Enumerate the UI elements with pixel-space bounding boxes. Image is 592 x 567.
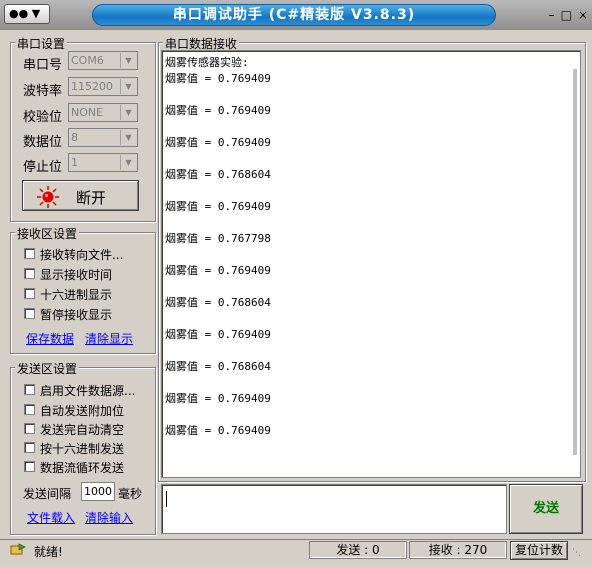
clear-input-link[interactable]: 清除输入 (85, 509, 133, 526)
loop-send-checkbox[interactable] (24, 461, 35, 472)
receive-line: 烟雾值 = 0.769409 (165, 392, 271, 405)
hex-send-label: 按十六进制发送 (40, 442, 125, 456)
save-data-link[interactable]: 保存数据 (26, 330, 74, 347)
receive-line: 烟雾值 = 0.767798 (165, 232, 271, 245)
send-settings-title: 发送区设置 (15, 360, 80, 377)
recv-to-file-label: 接收转向文件... (40, 248, 124, 262)
receive-line: 烟雾值 = 0.769409 (165, 264, 271, 277)
auto-append-label: 自动发送附加位 (40, 404, 125, 418)
receive-textarea[interactable]: 烟雾传感器实验: 烟雾值 = 0.769409 烟雾值 = 0.769409 烟雾值 … (161, 50, 581, 478)
receive-line: 烟雾传感器实验: (165, 56, 249, 69)
port-value: COM6 (71, 54, 104, 67)
auto-clear-checkbox[interactable] (24, 423, 35, 434)
interval-label: 发送间隔 (23, 487, 72, 501)
receive-line: 烟雾值 = 0.768604 (165, 360, 271, 373)
disconnect-label: 断开 (76, 189, 107, 207)
window-controls: – □ × (520, 6, 588, 24)
parity-label: 校验位 (23, 110, 63, 125)
recv-to-file-checkbox[interactable] (24, 248, 35, 259)
parity-select[interactable]: NONE ▼ (68, 103, 138, 122)
status-ready: 就绪! (34, 545, 63, 559)
vertical-scrollbar[interactable] (573, 69, 577, 455)
baud-label: 波特率 (23, 84, 63, 99)
serial-settings-title: 串口设置 (15, 35, 68, 52)
red-light-icon (37, 186, 59, 208)
text-caret (166, 491, 167, 507)
receive-line: 烟雾值 = 0.769409 (165, 136, 271, 149)
hex-display-checkbox[interactable] (24, 288, 35, 299)
disconnect-button[interactable]: 断开 (22, 180, 139, 211)
load-file-link[interactable]: 文件载入 (27, 509, 75, 526)
receive-line: 烟雾值 = 0.768604 (165, 168, 271, 181)
system-menu-button[interactable]: ●● ▼ (4, 4, 50, 24)
port-label: 串口号 (23, 58, 63, 73)
receive-line: 烟雾值 = 0.768604 (165, 296, 271, 309)
stopbits-value: 1 (71, 156, 78, 169)
window-title: 串口调试助手 (C#精装版 V3.8.3) (92, 4, 496, 26)
auto-clear-label: 发送完自动清空 (40, 423, 125, 437)
baud-value: 115200 (71, 80, 113, 93)
sent-count: 发送 : 0 (309, 541, 407, 559)
auto-append-checkbox[interactable] (24, 404, 35, 415)
receive-line: 烟雾值 = 0.769409 (165, 104, 271, 117)
chevron-down-icon[interactable]: ▼ (120, 53, 136, 68)
hex-display-label: 十六进制显示 (40, 288, 113, 302)
chevron-down-icon: ▼ (31, 7, 41, 20)
file-source-checkbox[interactable] (24, 384, 35, 395)
resize-grip-icon[interactable]: ⋱ (572, 548, 581, 558)
send-button[interactable]: 发送 (509, 484, 583, 534)
clear-display-link[interactable]: 清除显示 (85, 330, 133, 347)
minimize-button[interactable]: – (549, 8, 555, 22)
pause-display-label: 暂停接收显示 (40, 308, 113, 322)
databits-label: 数据位 (23, 135, 63, 150)
interval-input[interactable] (81, 482, 115, 501)
chevron-down-icon[interactable]: ▼ (120, 155, 136, 170)
reset-count-button[interactable]: 复位计数 (510, 541, 568, 560)
chevron-down-icon[interactable]: ▼ (120, 79, 136, 94)
maximize-button[interactable]: □ (561, 8, 572, 22)
receive-line: 烟雾值 = 0.769409 (165, 200, 271, 213)
receive-line: 烟雾值 = 0.769409 (165, 424, 271, 437)
receive-settings-title: 接收区设置 (15, 225, 80, 242)
receive-line: 烟雾值 = 0.769409 (165, 72, 271, 85)
loop-send-label: 数据流循环发送 (40, 461, 125, 475)
databits-value: 8 (71, 131, 78, 144)
app-icon: ●● (9, 7, 29, 20)
chevron-down-icon[interactable]: ▼ (120, 130, 136, 145)
received-count: 接收 : 270 (409, 541, 507, 559)
show-recv-time-checkbox[interactable] (24, 268, 35, 279)
baud-select[interactable]: 115200 ▼ (68, 77, 138, 96)
send-input[interactable] (161, 484, 507, 534)
show-recv-time-label: 显示接收时间 (40, 268, 113, 282)
pause-display-checkbox[interactable] (24, 308, 35, 319)
ready-icon (10, 543, 26, 555)
parity-value: NONE (71, 106, 104, 119)
close-button[interactable]: × (578, 8, 588, 22)
file-source-label: 启用文件数据源... (40, 384, 136, 398)
stopbits-select[interactable]: 1 ▼ (68, 153, 138, 172)
interval-unit: 毫秒 (118, 487, 143, 501)
databits-select[interactable]: 8 ▼ (68, 128, 138, 147)
chevron-down-icon[interactable]: ▼ (120, 105, 136, 120)
receive-text: 烟雾传感器实验: 烟雾值 = 0.769409 烟雾值 = 0.769409 烟雾值 … (165, 55, 271, 439)
receive-line: 烟雾值 = 0.769409 (165, 328, 271, 341)
stopbits-label: 停止位 (23, 160, 63, 175)
hex-send-checkbox[interactable] (24, 442, 35, 453)
status-divider (0, 539, 592, 540)
port-select[interactable]: COM6 ▼ (68, 51, 138, 70)
